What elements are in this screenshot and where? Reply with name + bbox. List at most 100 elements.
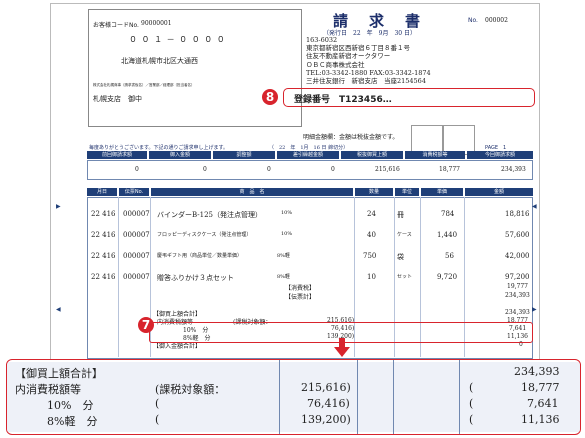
row-amount: 97,200 [505,273,530,281]
zoom-rate10-tax: 7,641 [527,397,559,410]
issuer-block: 163-6032 東京都新宿区西新宿６丁目８番１号 住友不動産新宿オークタワー … [306,36,431,85]
zoom-paren: ( [469,397,474,410]
detail-header: 月日 [87,188,117,196]
summary-header: 調整額 [213,151,275,159]
customer-code-label: お客様コードNo. [93,22,139,29]
customer-company: 株式会社札幌商事（請求書仮名）／営業部／経理部（担当者名） [93,83,195,87]
customer-name: 札幌支店 御中 [93,95,142,103]
row-rate: 8%軽 [277,253,290,259]
summary-value: 0 [203,166,207,173]
row-unit: ケース [397,232,412,238]
row-rate: 10% [281,231,293,237]
row-price: 784 [441,210,455,218]
row-marker-arrow-icon: ◀ [532,203,537,210]
consumption-tax-label: 【消費税】 [285,285,316,292]
customer-address: 北海道札幌市北区大通西 [121,57,198,65]
row-rate: 10% [281,210,293,216]
zoom-rate10-paren: ( [155,397,160,410]
marker-8: 8 [262,89,278,105]
row-date: 22 416 [91,252,116,260]
zoom-paren: ( [469,413,474,426]
customer-code: 90000001 [141,20,172,27]
row-unit: 冊 [397,211,404,219]
summary-header: 今回御請求額 [467,151,533,159]
row-amount: 18,816 [505,210,530,218]
row-no: 000007 [123,210,150,218]
summary-value: 234,393 [501,166,526,173]
marker-7: 7 [138,317,154,333]
row-no: 000007 [123,231,150,239]
doc-no: 000002 [485,17,508,24]
row-marker-arrow-icon: ▶ [532,306,537,313]
zoom-tax-value: 18,777 [521,381,560,394]
slip-total-value: 234,393 [505,292,530,299]
consumption-tax-value: 19,777 [507,283,528,290]
summary-value: 0 [267,166,271,173]
row-name: 贈答ふりかけ３点セット [157,274,234,282]
row-qty: 750 [363,252,377,260]
postal-code: ０ ０ １ － ０ ０ ０ ０ [129,35,226,44]
summary-header: 差引繰越金額 [277,151,339,159]
detail-header: 単位 [395,188,419,196]
summary-header: 御入金額 [149,151,211,159]
zoom-divider [393,360,394,434]
column-divider [118,197,119,357]
zoom-rate8-label: 8%軽 分 [47,415,98,428]
registration-number: 登録番号 T123456… [294,95,392,105]
row-qty: 10 [367,273,376,281]
zoom-taxable-label: (課税対象額： [155,383,226,396]
summary-value: 0 [135,166,139,173]
zoom-rate8-paren: ( [155,413,160,426]
slip-total-label: 【伝票計】 [285,294,316,301]
issuer-line: ＯＢＣ商事株式会社 [306,60,365,69]
zoom-paren: ( [469,381,474,394]
page-label: PAGE 1 [485,145,507,151]
row-amount: 57,600 [505,231,530,239]
row-date: 22 416 [91,210,116,218]
summary-table: 前回御請求額 御入金額 調整額 差引繰越金額 税抜御買上額 消費税額等 今回御請… [87,151,533,180]
invoice-sheet: お客様コードNo. 90000001 ０ ０ １ － ０ ０ ０ ０ 北海道札幌… [50,3,540,361]
summary-header: 前回御請求額 [87,151,147,159]
detail-header: 単価 [421,188,463,196]
row-no: 000007 [123,252,150,260]
customer-block: お客様コードNo. 90000001 ０ ０ １ － ０ ０ ０ ０ 北海道札幌… [88,9,302,127]
detail-header: 伝票No. [119,188,149,196]
row-amount: 42,000 [505,252,530,260]
summary-header: 税抜御買上額 [341,151,403,159]
summary-value: 0 [331,166,335,173]
row-unit: 袋 [397,253,404,261]
zoom-rate10-base: 76,416) [307,397,350,410]
zoom-tax-incl-label: 内消費税額等 [15,383,81,396]
row-price: 9,720 [437,273,458,281]
detail-header: 数量 [355,188,393,196]
row-rate: 8%軽 [277,274,290,280]
zoom-divider [279,360,280,434]
zoom-rate10-label: 10% 分 [47,399,94,412]
row-no: 000007 [123,273,150,281]
row-qty: 24 [367,210,376,218]
row-name: 慶弔ギフト用（商品単位／数量単価） [157,253,243,259]
row-date: 22 416 [91,231,116,239]
row-name: バインダーB-125（発注点管理） [157,211,262,219]
row-name: フロッピーディスクケース（発注点管理） [157,232,252,238]
detail-header: 商 品 名 [151,188,353,196]
zoom-panel: 【御買上額合計】 234,393 内消費税額等 (課税対象額： 215,616)… [6,359,581,435]
detail-table: 月日 伝票No. 商 品 名 数量 単位 単価 金額 22 416 000007… [87,188,533,359]
zoom-rate8-base: 139,200) [301,413,351,426]
row-marker-arrow-icon: ▶ [56,203,61,210]
zoom-taxable-value: 215,616) [301,381,351,394]
summary-value-row [87,160,533,180]
purchase-total-value: 234,393 [505,309,530,316]
tax-note: 明細金額欄：金額は税抜金額です。 [303,134,399,141]
detail-header: 金額 [465,188,533,196]
issuer-line: TEL:03-3342-1880 FAX:03-3342-1874 [306,68,431,77]
summary-value: 215,616 [375,166,400,173]
zoom-divider [459,360,460,434]
down-arrow-icon [334,338,350,357]
issuer-line: 三井住友銀行 新宿支店 当座2154564 [306,77,426,86]
row-date: 22 416 [91,273,116,281]
row-qty: 40 [367,231,376,239]
thanks-text: 毎度ありがとうございます。下記の通りご請求申し上げます。 [89,145,229,151]
row-price: 56 [445,252,454,260]
issuer-line: 住友不動産新宿オークタワー [306,52,391,61]
